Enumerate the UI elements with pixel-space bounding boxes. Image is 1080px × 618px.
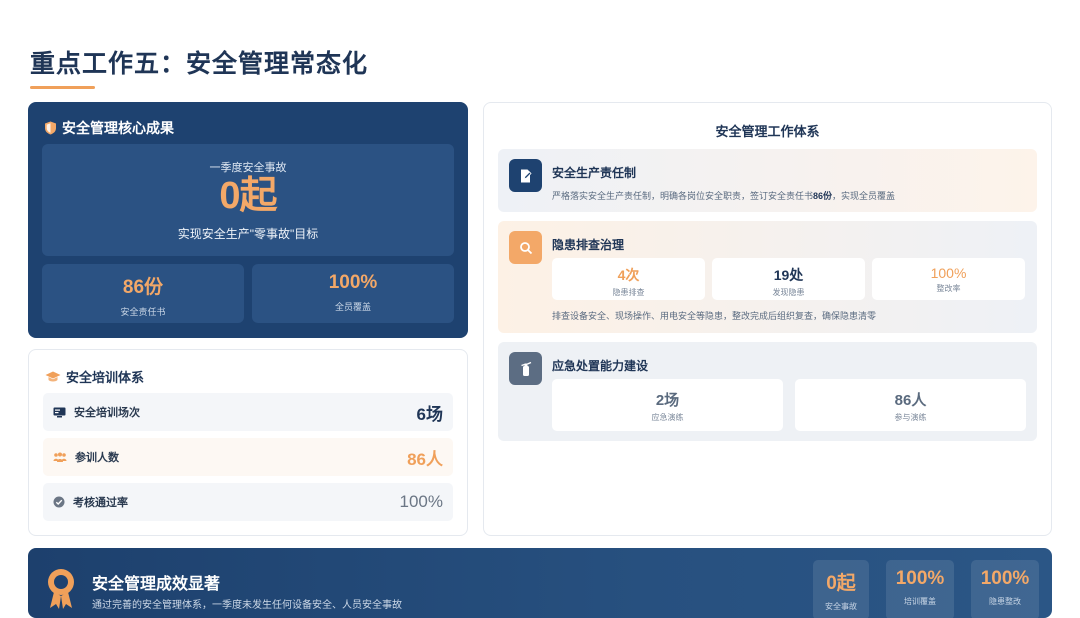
emergency-stat-label: 参与演练: [894, 413, 927, 422]
core-stat-value: 100%: [328, 272, 378, 293]
responsibility-desc-text: 严格落实安全生产责任制，明确各岗位安全职责，签订安全责任书: [552, 191, 814, 201]
accident-summary: 一季度安全事故 0起 实现安全生产"零事故"目标: [42, 144, 454, 256]
page-title: 重点工作五：安全管理常态化: [30, 50, 369, 78]
work-system-card: 安全管理工作体系 安全生产责任制 严格落实安全生产责任制，明确各岗位安全职责，签…: [483, 102, 1052, 536]
graduation-cap-icon: [45, 371, 61, 381]
core-stat-label: 安全责任书: [120, 307, 166, 317]
training-board-icon: [53, 407, 66, 417]
training-card: 安全培训体系 安全培训场次 6场 参训人数 86人 考核通过率 100%: [28, 349, 468, 536]
core-results-heading: 安全管理核心成果: [44, 118, 174, 138]
banner-stat-label: 隐患整改: [989, 597, 1021, 606]
banner-stat-label: 培训覆盖: [904, 597, 936, 606]
emergency-section: 应急处置能力建设 2场 应急演练 86人 参与演练: [498, 342, 1037, 441]
responsibility-section: 安全生产责任制 严格落实安全生产责任制，明确各岗位安全职责，签订安全责任书86份…: [498, 149, 1037, 212]
core-stat-responsibility: 86份 安全责任书: [42, 264, 244, 323]
banner-stat-value: 0起: [826, 573, 856, 594]
core-results-heading-text: 安全管理核心成果: [62, 120, 174, 136]
accident-count: 0起: [219, 175, 277, 217]
hazard-section: 隐患排查治理 4次 隐患排查 19处 发现隐患 100% 整改率 排查设备安全、…: [498, 221, 1037, 333]
training-row-value: 6场: [416, 404, 443, 424]
banner-stat-value: 100%: [895, 568, 945, 589]
emergency-stat-drills: 2场 应急演练: [552, 379, 783, 431]
training-heading: 安全培训体系: [45, 367, 144, 386]
people-icon: [53, 452, 67, 462]
banner-desc: 通过完善的安全管理体系，一季度未发生任何设备安全、人员安全事故: [92, 600, 402, 611]
responsibility-count: 86份: [813, 191, 833, 201]
hazard-stat-label: 整改率: [936, 284, 961, 293]
core-stat-label: 全员覆盖: [334, 302, 371, 312]
core-results-card: 安全管理核心成果 一季度安全事故 0起 实现安全生产"零事故"目标 86份 安全…: [28, 102, 468, 338]
training-row-sessions: 安全培训场次 6场: [43, 393, 453, 431]
zero-accident-goal: 实现安全生产"零事故"目标: [177, 227, 319, 241]
hazard-stat-inspections: 4次 隐患排查: [552, 258, 705, 300]
fire-extinguisher-icon: [509, 352, 542, 385]
emergency-heading: 应急处置能力建设: [552, 359, 649, 373]
accident-subtitle: 一季度安全事故: [209, 162, 287, 174]
hazard-stat-label: 发现隐患: [772, 288, 805, 297]
training-heading-text: 安全培训体系: [66, 370, 145, 385]
banner-stat-label: 安全事故: [825, 602, 857, 611]
hazard-stat-value: 19处: [773, 267, 804, 283]
training-row-pass-rate: 考核通过率 100%: [43, 483, 453, 521]
training-row-label: 参训人数: [75, 452, 119, 464]
search-icon: [509, 231, 542, 264]
training-row-participants: 参训人数 86人: [43, 438, 453, 476]
core-stat-coverage: 100% 全员覆盖: [252, 264, 454, 323]
emergency-stat-participants: 86人 参与演练: [795, 379, 1026, 431]
hazard-stat-value: 100%: [930, 265, 967, 281]
training-row-value: 86人: [407, 449, 443, 469]
banner-stat-value: 100%: [980, 568, 1030, 589]
hazard-stat-found: 19处 发现隐患: [712, 258, 865, 300]
hazard-heading: 隐患排查治理: [552, 238, 625, 252]
shield-icon: [45, 121, 56, 135]
hazard-desc: 排查设备安全、现场操作、用电安全等隐患，整改完成后组织复查，确保隐患清零: [552, 311, 877, 321]
responsibility-heading: 安全生产责任制: [552, 166, 637, 180]
check-circle-icon: [53, 496, 65, 508]
training-row-label: 安全培训场次: [74, 407, 140, 419]
medal-icon: [48, 569, 74, 609]
core-stat-value: 86份: [122, 277, 164, 298]
banner-title: 安全管理成效显著: [92, 576, 221, 593]
responsibility-desc: 严格落实安全生产责任制，明确各岗位安全职责，签订安全责任书86份，实现全员覆盖: [552, 189, 895, 202]
emergency-stat-value: 2场: [655, 392, 680, 409]
emergency-stat-value: 86人: [894, 392, 927, 409]
emergency-stat-label: 应急演练: [651, 413, 684, 422]
banner-stat-training: 100% 培训覆盖: [886, 560, 954, 618]
responsibility-desc-tail: ，实现全员覆盖: [832, 191, 896, 201]
banner-stat-accidents: 0起 安全事故: [813, 560, 869, 618]
hazard-stat-label: 隐患排查: [612, 288, 645, 297]
training-row-label: 考核通过率: [73, 497, 128, 509]
hazard-stat-value: 4次: [617, 267, 640, 283]
hazard-stat-rectify-rate: 100% 整改率: [872, 258, 1025, 300]
training-row-value: 100%: [399, 492, 443, 511]
work-system-title: 安全管理工作体系: [715, 124, 820, 139]
document-edit-icon: [509, 159, 542, 192]
title-underline: [30, 86, 95, 89]
banner-stat-hazard: 100% 隐患整改: [971, 560, 1039, 618]
